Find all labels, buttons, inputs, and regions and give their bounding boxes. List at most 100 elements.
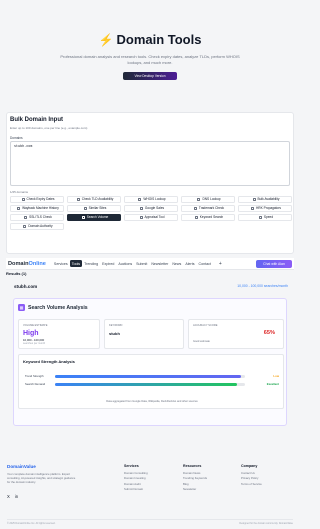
nav-item[interactable]: Services	[52, 260, 70, 267]
domain-count: 1/25 domains	[10, 190, 29, 194]
strength-value: Low	[273, 374, 279, 378]
strength-label: Trend Strength	[25, 374, 44, 378]
footer: DomainValue Your complete domain intelli…	[0, 450, 300, 529]
nav-item[interactable]: Alerts	[183, 260, 196, 267]
strength-value: Excellent	[266, 382, 279, 386]
strength-fill	[55, 375, 242, 378]
footer-link[interactable]: Terms of Service	[241, 482, 262, 487]
logo-part-a: Domain	[8, 260, 29, 267]
results-heading: Results (1)	[6, 271, 27, 276]
nav-item[interactable]: Auctions	[116, 260, 134, 267]
list-icon	[252, 198, 256, 201]
tool-label: Trademark Check	[198, 206, 225, 210]
nav-item[interactable]: Tools	[69, 260, 83, 267]
nav-items: Services Tools Trending Expired Auctions Subm…	[52, 260, 213, 267]
chat-button[interactable]: Chat with Alan	[256, 260, 292, 268]
footer-brand[interactable]: DomainValue	[7, 464, 36, 469]
tool-button[interactable]: Wayback Machine History	[10, 205, 64, 212]
footer-col-title: Resources	[183, 464, 202, 468]
nav-item[interactable]: Trending	[82, 260, 100, 267]
tool-label: Search Volume	[86, 215, 109, 219]
tool-button[interactable]: Trademark Check	[181, 205, 235, 212]
result-domain[interactable]: stubh.com	[14, 284, 37, 289]
tool-button[interactable]: Keyword Search	[181, 214, 235, 221]
nav-item[interactable]: News	[170, 260, 183, 267]
tool-button[interactable]: Domain Authority	[10, 223, 64, 230]
strength-bar	[55, 383, 245, 386]
hero-subtitle: Professional domain analysis and researc…	[60, 54, 240, 65]
calendar-icon	[21, 198, 25, 201]
metric2-label: KEYWORD	[109, 324, 123, 327]
shield-icon	[193, 207, 197, 210]
speed-icon	[258, 216, 262, 219]
x-icon[interactable]: X	[7, 494, 10, 499]
volume-estimate-card: VOLUME ESTIMATE High 10,000 - 100,000 se…	[18, 319, 100, 349]
tool-button[interactable]: Google Sales	[124, 205, 178, 212]
tool-label: DNS Lookup	[202, 197, 221, 201]
tool-button[interactable]: Check Expiry Dates	[10, 196, 64, 203]
metric1-value: High	[23, 330, 39, 337]
tool-label: Domain Authority	[28, 224, 53, 228]
tool-button[interactable]: WHOIS Lookup	[124, 196, 178, 203]
tool-button[interactable]: Similar Sites	[67, 205, 121, 212]
nav-item[interactable]: Submit	[134, 260, 149, 267]
network-icon	[251, 207, 254, 210]
tool-button[interactable]: Check TLD Availability	[67, 196, 121, 203]
footer-col-services: Services Domain Consulting Domain Invest…	[124, 464, 148, 493]
tool-button[interactable]: Search Volume	[67, 214, 121, 221]
desktop-version-button[interactable]: View Desktop Version	[123, 72, 177, 80]
sv-title: Search Volume Analysis	[28, 304, 88, 311]
tool-label: Google Sales	[144, 206, 165, 210]
footer-col-title: Company	[241, 464, 258, 468]
nav-item[interactable]: Contact	[197, 260, 213, 267]
result-volume: 10,000 - 100,000 searches/month	[237, 284, 288, 288]
strength-row: Search Demand Excellent	[25, 382, 279, 387]
logo-part-b: Online	[28, 260, 46, 267]
logo[interactable]: DomainOnline	[8, 261, 46, 267]
strength-row: Trend Strength Low	[25, 374, 279, 379]
tool-label: HRK Propagators	[256, 206, 281, 210]
tool-label: Wayback Machine History	[22, 206, 59, 210]
metric3-label: ACCURACY SCORE	[193, 324, 218, 327]
award-icon	[23, 225, 27, 228]
domains-textarea[interactable]: stubh.com	[10, 141, 290, 186]
social-links: X in	[7, 494, 18, 499]
search-icon	[138, 198, 142, 201]
footer-col-title: Services	[124, 464, 139, 468]
tool-label: Check Expiry Dates	[26, 197, 55, 201]
keyword-strength-panel: Keyword Strength Analysis Trend Strength…	[18, 354, 284, 409]
tool-label: Similar Sites	[88, 206, 107, 210]
strength-fill	[55, 383, 238, 386]
tool-label: Check TLD Availability	[81, 197, 114, 201]
footer-link[interactable]: Submit Domain	[124, 487, 148, 492]
navbar: DomainOnline Services Tools Trending Expire…	[6, 258, 294, 270]
result-row: stubh.com 10,000 - 100,000 searches/mont…	[6, 284, 294, 292]
keyword-card: KEYWORD stubh	[104, 319, 184, 349]
tool-button[interactable]: SSL/TLS Check	[10, 214, 64, 221]
bulk-domain-panel: Bulk Domain Input Enter up to 100 domain…	[6, 112, 294, 254]
clock-icon	[17, 207, 21, 210]
footer-credit: Designed for the domain community. Domai…	[239, 522, 293, 525]
tool-buttons: Check Expiry Dates Check TLD Availability…	[10, 196, 292, 230]
tool-button[interactable]: DNS Lookup	[181, 196, 235, 203]
footer-col-resources: Resources Domain News Trending Keywords …	[183, 464, 207, 493]
tool-label: Keyword Search	[199, 215, 224, 219]
metric2-value: stubh	[109, 331, 120, 336]
copyright: © 2025 DomainOnline Inc. All rights rese…	[7, 522, 56, 525]
tool-label: Speed	[263, 215, 274, 219]
tool-button[interactable]: Bulk Availability	[238, 196, 292, 203]
hero-title-text: Domain Tools	[116, 32, 202, 47]
tool-button[interactable]: HRK Propagators	[238, 205, 292, 212]
strength-label: Search Demand	[25, 382, 46, 386]
nav-item[interactable]: Newsletter	[149, 260, 170, 267]
link-icon	[83, 207, 87, 210]
footer-link[interactable]: Newsletter	[183, 487, 207, 492]
metric3-value: 65%	[263, 330, 275, 336]
tool-button[interactable]: Speed	[238, 214, 292, 221]
chart-icon: ▦	[18, 304, 25, 311]
tool-button[interactable]: Appraisal Tool	[124, 214, 178, 221]
linkedin-icon[interactable]: in	[15, 494, 18, 499]
plus-icon[interactable]: +	[219, 261, 222, 267]
nav-item[interactable]: Expired	[100, 260, 116, 267]
search-volume-card: ▦ Search Volume Analysis VOLUME ESTIMATE…	[13, 298, 287, 426]
